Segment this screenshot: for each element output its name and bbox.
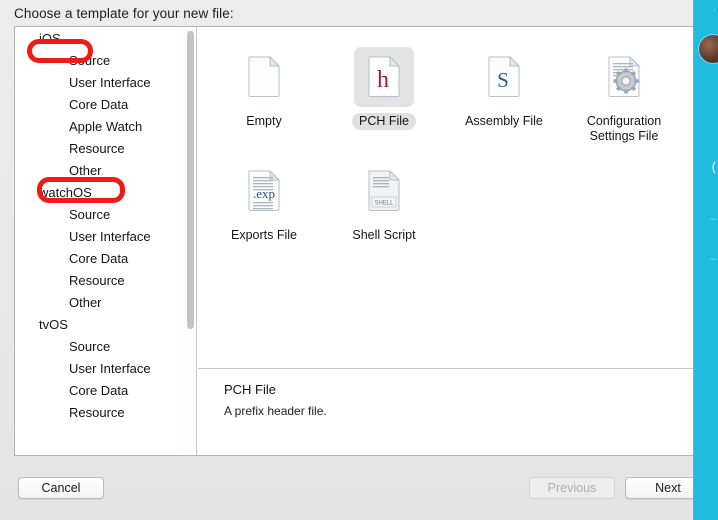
next-button[interactable]: Next bbox=[625, 477, 693, 499]
sidebar-item-user-interface[interactable]: User Interface bbox=[15, 357, 196, 379]
background-glyph: ~ bbox=[709, 214, 716, 226]
svg-text:S: S bbox=[497, 68, 509, 92]
svg-text:SHELL: SHELL bbox=[374, 201, 394, 207]
sidebar-item-source[interactable]: Source bbox=[15, 203, 196, 225]
svg-text:h: h bbox=[377, 67, 389, 93]
sidebar-group-tvos[interactable]: tvOS bbox=[15, 313, 196, 335]
content-box: iOS Source User Interface Core Data Apple Wa… bbox=[14, 26, 693, 456]
sidebar-item-resource[interactable]: Resource bbox=[15, 401, 196, 423]
exports-file-icon: .exp bbox=[234, 161, 294, 221]
template-grid-pane: Empty h PCH File S Assembly File Configuratio… bbox=[198, 27, 693, 369]
sidebar-item-resource[interactable]: Resource bbox=[15, 137, 196, 159]
background-app-strip: · ( ~ ~ bbox=[694, 0, 718, 520]
background-glyph: · bbox=[712, 4, 716, 16]
page-title: Choose a template for your new file: bbox=[14, 6, 234, 21]
description-body: A prefix header file. bbox=[224, 404, 327, 418]
template-grid: Empty h PCH File S Assembly File Configuratio… bbox=[198, 27, 693, 254]
background-glyph: ( bbox=[711, 159, 716, 174]
blank-document-icon bbox=[234, 47, 294, 107]
svg-text:.exp: .exp bbox=[253, 186, 275, 201]
template-item-configuration-settings-file[interactable]: Configuration Settings File bbox=[564, 41, 684, 155]
previous-button[interactable]: Previous bbox=[529, 477, 615, 499]
sidebar-item-user-interface[interactable]: User Interface bbox=[15, 71, 196, 93]
template-item-shell-script[interactable]: SHELL Shell Script bbox=[324, 155, 444, 254]
sidebar-item-apple-watch[interactable]: Apple Watch bbox=[15, 115, 196, 137]
sidebar-item-user-interface[interactable]: User Interface bbox=[15, 225, 196, 247]
template-item-label: PCH File bbox=[351, 113, 416, 130]
template-item-empty[interactable]: Empty bbox=[204, 41, 324, 155]
template-item-label: Empty bbox=[246, 114, 282, 128]
config-settings-icon bbox=[594, 47, 654, 107]
sidebar-item-core-data[interactable]: Core Data bbox=[15, 93, 196, 115]
sidebar-item-resource[interactable]: Resource bbox=[15, 269, 196, 291]
sidebar-list: iOS Source User Interface Core Data Apple Wa… bbox=[15, 27, 196, 423]
assembly-file-icon: S bbox=[474, 47, 534, 107]
sidebar-item-source[interactable]: Source bbox=[15, 335, 196, 357]
description-title: PCH File bbox=[224, 382, 277, 397]
description-pane: PCH File A prefix header file. bbox=[198, 370, 693, 455]
sidebar-item-source[interactable]: Source bbox=[15, 49, 196, 71]
sidebar-item-core-data[interactable]: Core Data bbox=[15, 379, 196, 401]
sidebar-group-watchos[interactable]: watchOS bbox=[15, 181, 196, 203]
sidebar-item-other[interactable]: Other bbox=[15, 291, 196, 313]
template-item-assembly-file[interactable]: S Assembly File bbox=[444, 41, 564, 155]
sidebar-scrollbar-thumb[interactable] bbox=[187, 31, 194, 329]
new-file-template-dialog: Choose a template for your new file: iOS… bbox=[0, 0, 694, 520]
template-item-label: Shell Script bbox=[352, 228, 416, 242]
avatar bbox=[698, 34, 718, 64]
shell-script-icon: SHELL bbox=[354, 161, 414, 221]
template-item-label: Assembly File bbox=[465, 114, 543, 128]
template-item-label: Exports File bbox=[231, 228, 297, 242]
pch-file-icon: h bbox=[354, 47, 414, 107]
sidebar-item-core-data[interactable]: Core Data bbox=[15, 247, 196, 269]
cancel-button[interactable]: Cancel bbox=[18, 477, 104, 499]
sidebar-group-ios[interactable]: iOS bbox=[15, 27, 196, 49]
background-glyph: ~ bbox=[709, 254, 716, 266]
template-item-label: Configuration Settings File bbox=[586, 114, 662, 143]
sidebar-item-other[interactable]: Other bbox=[15, 159, 196, 181]
template-item-pch-file[interactable]: h PCH File bbox=[324, 41, 444, 155]
platform-sidebar[interactable]: iOS Source User Interface Core Data Apple Wa… bbox=[15, 27, 197, 455]
sidebar-scrollbar[interactable] bbox=[183, 27, 196, 455]
template-item-exports-file[interactable]: .exp Exports File bbox=[204, 155, 324, 254]
